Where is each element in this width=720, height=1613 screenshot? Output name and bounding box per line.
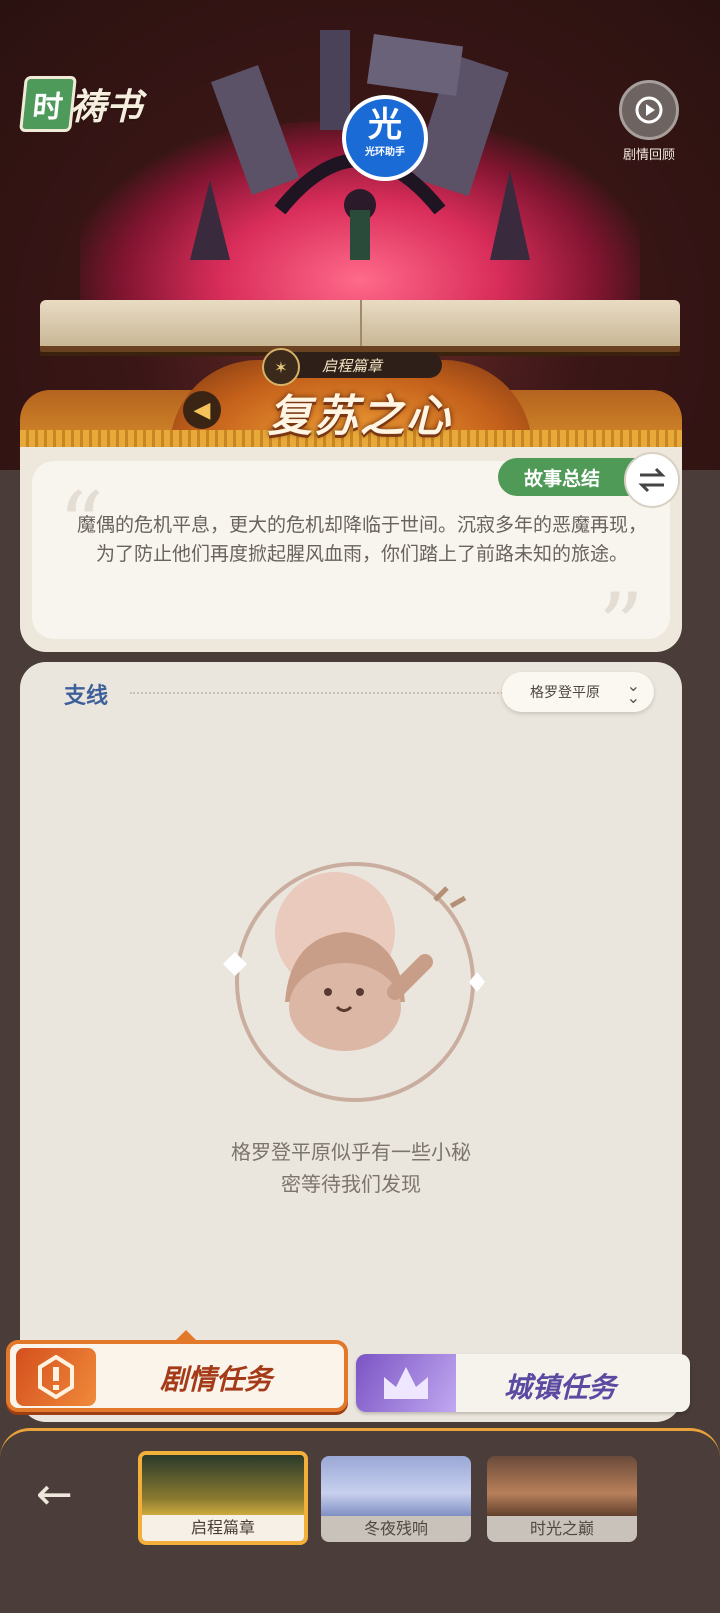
- story-quest-icon: [16, 1348, 96, 1406]
- tab-town-quests[interactable]: 城镇任务: [356, 1354, 690, 1412]
- assistant-glyph: 光: [368, 105, 402, 145]
- active-tab-caret: [174, 1330, 198, 1342]
- assistant-badge[interactable]: 光 光环助手: [342, 95, 428, 181]
- region-dropdown[interactable]: 格罗登平原 ⌄ ⌄: [502, 672, 654, 712]
- summary-text: 魔偶的危机平息，更大的危机却降临于世间。沉寂多年的恶魔再现，为了防止他们再度掀起…: [76, 514, 647, 565]
- logo-mark: 时: [19, 76, 77, 132]
- chapter-card-3[interactable]: 时光之巅: [487, 1456, 637, 1542]
- chapter-card-2[interactable]: 冬夜残响: [321, 1456, 471, 1542]
- back-arrow-icon[interactable]: ←: [36, 1470, 92, 1520]
- logo-text: 祷书: [70, 87, 143, 128]
- summary-tag: 故事总结: [498, 458, 638, 496]
- town-crown-icon: [356, 1354, 456, 1412]
- title-divider: [130, 692, 510, 694]
- chapter-1-thumbnail: [142, 1455, 304, 1517]
- chapter-card-1-label: 启程篇章: [142, 1515, 304, 1541]
- assistant-label: 光环助手: [365, 147, 405, 158]
- chapter-3-thumbnail: [487, 1456, 637, 1518]
- tab-story-quests[interactable]: 剧情任务: [6, 1330, 348, 1412]
- town-quest-label: 城镇任务: [504, 1371, 617, 1404]
- region-dropdown-value: 格罗登平原: [530, 685, 600, 701]
- chapter-card-1[interactable]: 启程篇章: [138, 1451, 308, 1545]
- replay-label: 剧情回顾: [622, 148, 675, 163]
- open-book: [40, 300, 680, 352]
- app-logo: 时 祷书: [19, 76, 143, 132]
- chapter-title: 复苏之心: [268, 391, 452, 442]
- empty-state-line-1: 格罗登平原似乎有一些小秘: [231, 1140, 471, 1164]
- story-quest-label: 剧情任务: [160, 1363, 273, 1396]
- chapter-2-thumbnail: [321, 1456, 471, 1518]
- empty-state-line-2: 密等待我们发现: [281, 1172, 421, 1196]
- side-quest-panel: 支线 格罗登平原 ⌄ ⌄ 格罗登平原似乎有一些小秘 密等待我们发现: [20, 662, 682, 1422]
- replay-icon: [619, 80, 679, 140]
- chapter-label-text: 启程篇章: [321, 356, 382, 375]
- chapter-label: ✶ 启程篇章: [262, 348, 442, 386]
- empty-state-illustration: [223, 862, 485, 1102]
- chapter-card-3-label: 时光之巅: [487, 1516, 637, 1542]
- side-quest-title: 支线: [64, 684, 109, 709]
- swap-arrows-icon: [638, 467, 666, 493]
- empty-state-text: 格罗登平原似乎有一些小秘 密等待我们发现: [201, 1136, 501, 1200]
- double-chevron-down-icon: ⌄ ⌄: [626, 676, 640, 707]
- chapter-card-2-label: 冬夜残响: [321, 1516, 471, 1542]
- story-replay-button[interactable]: 剧情回顾: [614, 80, 684, 163]
- switch-summary-button[interactable]: [624, 452, 680, 508]
